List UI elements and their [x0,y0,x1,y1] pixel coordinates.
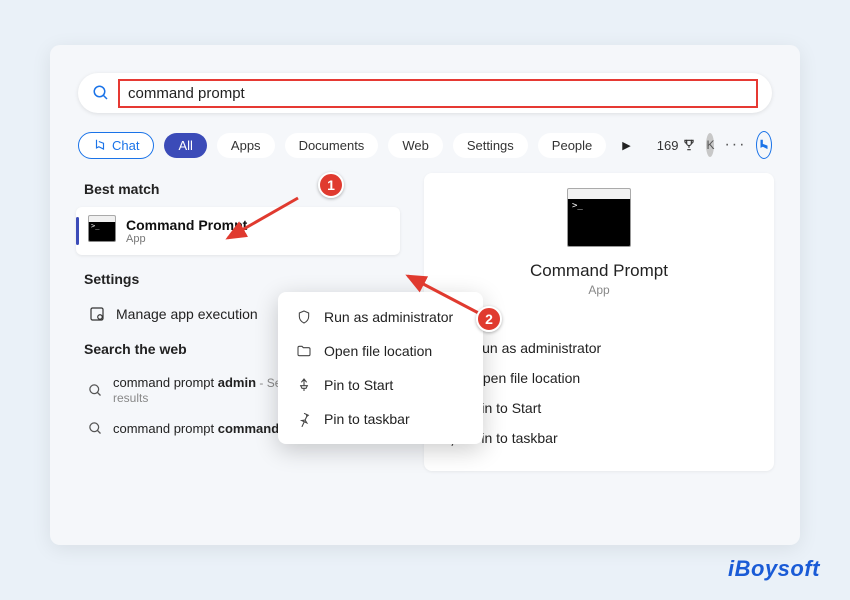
tab-chat[interactable]: Chat [78,132,154,159]
action-open-file-location[interactable]: Open file location [442,363,756,393]
ctx-open-file-location[interactable]: Open file location [278,334,483,368]
tab-settings[interactable]: Settings [453,133,528,158]
search-icon [88,383,103,398]
action-pin-to-start[interactable]: Pin to Start [442,393,756,423]
action-run-as-admin[interactable]: Run as administrator [442,333,756,363]
more-tabs-icon[interactable]: ▶ [616,139,636,152]
ctx-pin-to-taskbar[interactable]: Pin to taskbar [278,402,483,436]
command-prompt-icon [88,220,116,242]
annotation-badge-1: 1 [318,172,344,198]
pin-icon [296,377,312,393]
section-settings: Settings [84,271,392,287]
tab-web[interactable]: Web [388,133,443,158]
search-input[interactable] [118,79,758,108]
annotation-badge-2: 2 [476,306,502,332]
filter-tabs: Chat All Apps Documents Web Settings Peo… [50,125,800,173]
tab-all[interactable]: All [164,133,206,158]
tab-people[interactable]: People [538,133,606,158]
bing-icon[interactable] [756,131,772,159]
action-pin-to-taskbar[interactable]: Pin to taskbar [442,423,756,453]
search-icon [88,421,103,436]
rewards-badge[interactable]: 169 [657,138,697,153]
ctx-pin-to-start[interactable]: Pin to Start [278,368,483,402]
watermark-logo: iBoysoft [728,556,820,582]
folder-icon [296,343,312,359]
user-avatar[interactable]: K [706,133,714,157]
settings-gear-icon [88,305,106,323]
tab-apps[interactable]: Apps [217,133,275,158]
shield-icon [296,309,312,325]
search-bar[interactable] [78,73,772,113]
pin-icon [296,411,312,427]
search-icon [92,84,110,102]
bing-chat-icon [93,138,107,152]
trophy-icon [682,138,696,152]
annotation-arrow-1 [218,190,308,250]
more-options-icon[interactable]: ··· [724,136,746,154]
command-prompt-icon [567,197,631,247]
tab-documents[interactable]: Documents [285,133,379,158]
